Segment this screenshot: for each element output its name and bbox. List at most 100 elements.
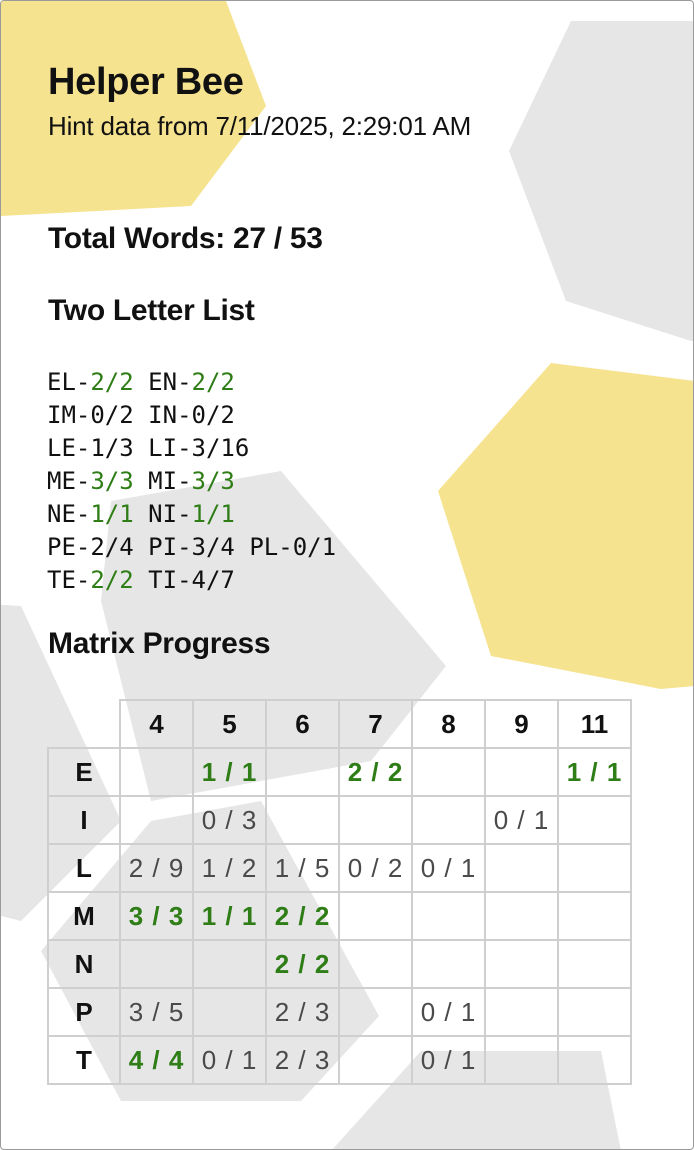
matrix-cell: 0 / 1	[411, 843, 486, 893]
matrix-cell	[265, 795, 340, 845]
matrix-cell: 1 / 2	[192, 843, 267, 893]
matrix-cell: 1 / 5	[265, 843, 340, 893]
matrix-cell	[411, 747, 486, 797]
two-letter-count: 3/3	[191, 467, 235, 495]
matrix-cell: 2 / 9	[119, 843, 194, 893]
matrix-cell	[484, 1035, 559, 1085]
two-letter-prefix: NI	[148, 500, 178, 528]
matrix-cell: 3 / 3	[119, 891, 194, 941]
matrix-cell	[484, 747, 559, 797]
matrix-row-header: N	[47, 939, 121, 989]
matrix-cell: 4 / 4	[119, 1035, 194, 1085]
two-letter-count: 3/4	[191, 533, 235, 561]
matrix-row-header: T	[47, 1035, 121, 1085]
two-letter-prefix: MI	[148, 467, 178, 495]
two-letter-count: 0/2	[191, 401, 235, 429]
popup-panel: Helper Bee Hint data from 7/11/2025, 2:2…	[0, 0, 694, 1150]
matrix-cell: 0 / 1	[411, 1035, 486, 1085]
two-letter-count: 0/1	[292, 533, 337, 561]
matrix-column-header: 5	[192, 699, 267, 749]
matrix-column-header: 11	[557, 699, 632, 749]
matrix-cell: 0 / 1	[411, 987, 486, 1037]
matrix-cell: 3 / 5	[119, 987, 194, 1037]
matrix-cell	[338, 1035, 413, 1085]
matrix-row: P3 / 5 2 / 3 0 / 1	[47, 987, 632, 1037]
two-letter-prefix: PE	[47, 533, 76, 561]
matrix-column-header: 9	[484, 699, 559, 749]
two-letter-count: 3/3	[90, 467, 134, 495]
matrix-row: T4 / 40 / 12 / 30 / 1	[47, 1035, 632, 1085]
two-letter-prefix: LI	[148, 434, 178, 462]
matrix-corner	[48, 700, 121, 749]
matrix-cell: 2 / 2	[265, 891, 340, 941]
two-letter-count: 2/4	[90, 533, 134, 561]
matrix-cell	[265, 747, 340, 797]
matrix-row: M3 / 31 / 12 / 2	[47, 891, 632, 941]
matrix-cell	[411, 891, 486, 941]
matrix-cell	[557, 891, 632, 941]
matrix-row-header: P	[47, 987, 121, 1037]
two-letter-count: 3/16	[191, 434, 250, 462]
two-letter-line: EL-2/2 EN-2/2	[47, 368, 235, 396]
matrix-cell: 1 / 1	[557, 747, 632, 797]
app-title: Helper Bee	[48, 61, 244, 103]
matrix-cell	[119, 795, 194, 845]
two-letter-count: 2/2	[90, 566, 134, 594]
matrix-cell: 2 / 2	[265, 939, 340, 989]
two-letter-prefix: LE	[47, 434, 76, 462]
matrix-row: E 1 / 1 2 / 2 1 / 1	[47, 747, 632, 797]
matrix-cell: 2 / 2	[338, 747, 413, 797]
two-letter-line: ME-3/3 MI-3/3	[47, 467, 235, 495]
matrix-cell	[338, 939, 413, 989]
matrix-row: I 0 / 3 0 / 1	[47, 795, 632, 845]
matrix-cell: 0 / 3	[192, 795, 267, 845]
matrix-cell	[484, 939, 559, 989]
two-letter-list: EL-2/2 EN-2/2 IM-0/2 IN-0/2 LE-1/3 LI-3/16…	[47, 366, 336, 597]
matrix-cell: 1 / 1	[192, 747, 267, 797]
matrix-cell	[192, 939, 267, 989]
matrix-cell	[411, 939, 486, 989]
two-letter-count: 1/1	[191, 500, 235, 528]
matrix-cell	[338, 891, 413, 941]
two-letter-prefix: TE	[47, 566, 76, 594]
two-letter-count: 0/2	[90, 401, 134, 429]
total-words: Total Words: 27 / 53	[48, 222, 323, 255]
matrix-row-header: I	[47, 795, 121, 845]
matrix-column-header: 4	[119, 699, 194, 749]
two-letter-list-heading: Two Letter List	[48, 294, 255, 327]
hint-data-timestamp: Hint data from 7/11/2025, 2:29:01 AM	[48, 111, 472, 141]
matrix-cell: 2 / 3	[265, 1035, 340, 1085]
two-letter-line: NE-1/1 NI-1/1	[47, 500, 235, 528]
two-letter-count: 4/7	[191, 566, 235, 594]
matrix-row-header: L	[47, 843, 121, 893]
two-letter-line: IM-0/2 IN-0/2	[47, 401, 235, 429]
matrix-cell	[411, 795, 486, 845]
two-letter-prefix: EN	[148, 368, 178, 396]
two-letter-prefix: IM	[47, 401, 76, 429]
matrix-cell	[557, 795, 632, 845]
matrix-row-header: E	[47, 747, 121, 797]
matrix-row: N 2 / 2	[47, 939, 632, 989]
matrix-cell	[192, 987, 267, 1037]
matrix-cell	[557, 987, 632, 1037]
two-letter-line: LE-1/3 LI-3/16	[47, 434, 250, 462]
two-letter-prefix: PI	[148, 533, 178, 561]
two-letter-line: TE-2/2 TI-4/7	[47, 566, 235, 594]
two-letter-count: 1/3	[90, 434, 134, 462]
matrix-cell: 2 / 3	[265, 987, 340, 1037]
matrix-cell	[119, 747, 194, 797]
two-letter-prefix: NE	[47, 500, 76, 528]
matrix-cell	[557, 843, 632, 893]
matrix-body: E1 / 12 / 21 / 1I0 / 30 / 1L2 / 91 / 21 …	[47, 747, 632, 1085]
two-letter-line: PE-2/4 PI-3/4 PL-0/1	[47, 533, 337, 561]
two-letter-prefix: ME	[47, 467, 76, 495]
matrix-header-row: 4 5 6 7 8 9 11	[48, 699, 632, 749]
matrix-row: L2 / 91 / 21 / 50 / 20 / 1	[47, 843, 632, 893]
matrix-cell	[484, 843, 559, 893]
matrix-progress-table: 4 5 6 7 8 9 11 E1 / 12 / 21 / 1I0 / 30 / 1L2 /…	[47, 699, 632, 1085]
matrix-cell	[338, 795, 413, 845]
two-letter-prefix: IN	[148, 401, 178, 429]
matrix-cell	[557, 939, 632, 989]
two-letter-count: 2/2	[90, 368, 134, 396]
matrix-cell: 0 / 1	[484, 795, 559, 845]
